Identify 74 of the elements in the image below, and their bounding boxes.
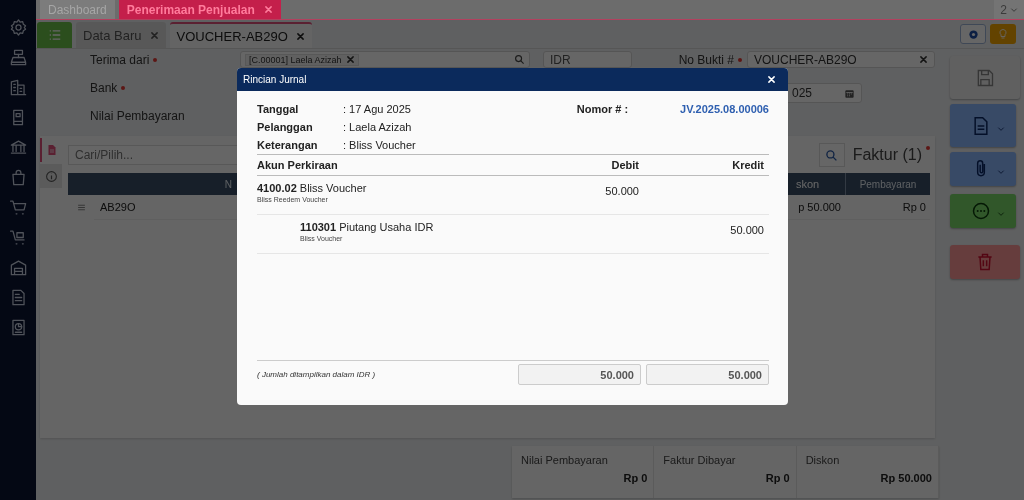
table-header (68, 173, 94, 195)
total-field: 50.000 (518, 364, 641, 385)
cart-icon[interactable] (8, 198, 28, 217)
currency-field[interactable]: IDR (543, 51, 632, 68)
bank-icon[interactable] (8, 138, 28, 157)
info-label: Tanggal (257, 103, 300, 115)
delete-button[interactable] (950, 245, 1020, 279)
total-field: 50.000 (646, 364, 769, 385)
caret-icon (997, 210, 1005, 218)
currency-note: ( Jumlah ditampilkan dalam IDR ) (257, 370, 376, 379)
column-header: Kredit (731, 159, 765, 171)
customer-field[interactable]: [C.00001] Laela Azizah (240, 51, 530, 68)
chevron-down-icon (1010, 5, 1018, 14)
search-icon (825, 148, 839, 162)
voucher-number-field[interactable]: VOUCHER-AB29O (747, 51, 935, 68)
document-icon (46, 144, 58, 156)
search-button[interactable] (818, 143, 845, 167)
attachment-button[interactable] (950, 152, 1016, 186)
summary-label: Faktur Dibayar (663, 454, 737, 466)
document-menu-button[interactable] (950, 104, 1016, 147)
column-header: skon (792, 173, 845, 195)
building-icon[interactable] (8, 78, 28, 97)
column-header: N (94, 173, 236, 195)
table-cell: Rp 0 (845, 195, 930, 220)
cart-box-icon[interactable] (8, 228, 28, 247)
info-value: : 17 Agu 2025 (343, 103, 411, 115)
summary-label: Diskon (805, 454, 841, 466)
dialog-title: Rincian Jurnal (243, 74, 307, 85)
info-label: Keterangan (257, 139, 319, 151)
column-header: Debit (610, 159, 639, 171)
caret-icon (997, 124, 1005, 133)
panel-title: Faktur (1) (852, 146, 922, 164)
credit-amount: 50.000 (730, 224, 764, 236)
ellipsis-icon (971, 201, 991, 221)
customer-chip[interactable]: [C.00001] Laela Azizah (245, 53, 359, 66)
summary-label: Nilai Pembayaran (521, 454, 609, 466)
save-button[interactable] (950, 56, 1020, 99)
more-button[interactable] (950, 194, 1016, 228)
document-icon (971, 115, 991, 136)
column-header: Pembayaran (845, 173, 930, 195)
debit-amount: 50.000 (605, 185, 639, 197)
field-label: Bank (90, 80, 118, 95)
field-label: Nilai Pembayaran (90, 108, 185, 123)
field-label: No Bukti # (678, 52, 734, 67)
summary-value: Rp 0 (623, 472, 648, 484)
account-name: 110301 Piutang Usaha IDR (300, 221, 435, 233)
column-header: Akun Perkiraan (257, 159, 339, 171)
info-label: Pelanggan (257, 121, 314, 133)
table-cell: p 50.000 (792, 195, 845, 220)
lightbulb-icon (997, 28, 1009, 40)
summary-value: Rp 0 (765, 472, 790, 484)
list-icon (47, 28, 62, 42)
info-value: : Bliss Voucher (343, 139, 416, 151)
table-cell: AB29O (94, 195, 236, 220)
info-label: Nomor # : (576, 103, 629, 117)
top-tab[interactable]: Penerimaan Penjualan (118, 0, 281, 19)
settings-button[interactable] (960, 24, 986, 44)
info-tab[interactable] (40, 164, 62, 188)
window-count-button[interactable]: 2 (994, 0, 1024, 19)
document-tab[interactable]: VOUCHER-AB29O (169, 22, 312, 48)
journal-number-link[interactable]: JV.2025.08.00006 (680, 103, 769, 151)
field-label: Terima dari (90, 52, 150, 67)
calendar-icon (844, 87, 855, 99)
caret-icon (997, 168, 1005, 176)
summary-value: Rp 50.000 (880, 472, 932, 484)
cash-register-icon[interactable] (8, 48, 28, 67)
info-icon (44, 169, 58, 183)
account-name: 4100.02 Bliss Voucher (257, 182, 368, 194)
trash-icon (975, 252, 995, 272)
warehouse-icon[interactable] (8, 258, 28, 277)
list-button[interactable] (37, 22, 72, 48)
search-icon (514, 54, 525, 65)
drag-handle-icon[interactable] (76, 203, 86, 212)
info-value: : Laela Azizah (343, 121, 412, 133)
